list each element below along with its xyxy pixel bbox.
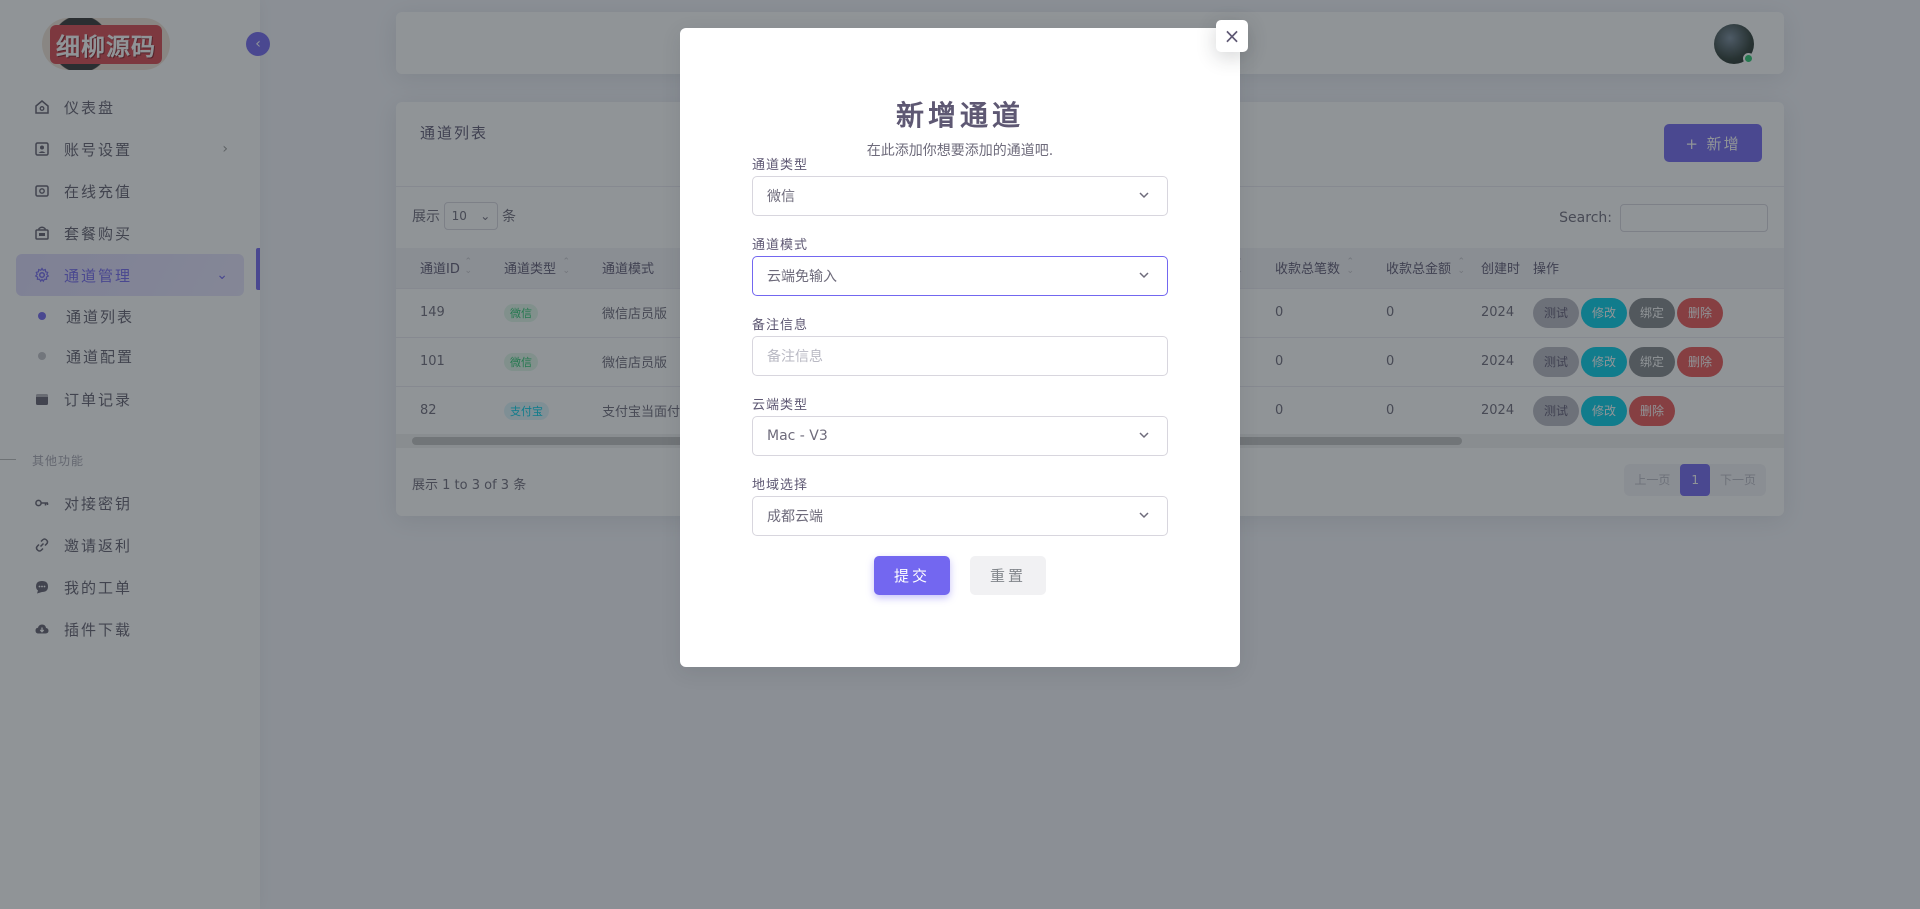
modal-actions: 提交 重置 [680,556,1240,595]
chevron-down-icon [1139,432,1149,439]
select-value: 成都云端 [767,509,823,525]
input-placeholder: 备注信息 [767,349,823,365]
close-button[interactable]: × [1216,20,1248,52]
remark-input[interactable]: 备注信息 [752,336,1168,376]
add-channel-form: 通道类型 微信 通道模式 云端免输入 备注信息 备注信息 云端类型 Mac - … [752,156,1168,556]
field-label-cloud-type: 云端类型 [752,398,809,413]
select-value: 云端免输入 [767,269,837,285]
region-select[interactable]: 成都云端 [752,496,1168,536]
channel-type-select[interactable]: 微信 [752,176,1168,216]
select-value: 微信 [767,189,795,205]
reset-button[interactable]: 重置 [970,556,1046,595]
select-value: Mac - V3 [767,428,828,444]
field-label-channel-type: 通道类型 [752,158,809,173]
add-channel-modal: × 新增通道 在此添加你想要添加的通道吧. 通道类型 微信 通道模式 云端免输入… [680,20,1248,667]
close-icon: × [1223,24,1241,48]
field-label-region: 地域选择 [752,478,809,493]
field-label-remark: 备注信息 [752,318,809,333]
modal-title: 新增通道 [895,99,1024,132]
chevron-down-icon [1139,272,1149,279]
chevron-down-icon [1139,192,1149,199]
submit-button[interactable]: 提交 [874,556,950,595]
cloud-type-select[interactable]: Mac - V3 [752,416,1168,456]
channel-mode-select[interactable]: 云端免输入 [752,256,1168,296]
chevron-down-icon [1139,512,1149,519]
field-label-channel-mode: 通道模式 [752,238,809,253]
